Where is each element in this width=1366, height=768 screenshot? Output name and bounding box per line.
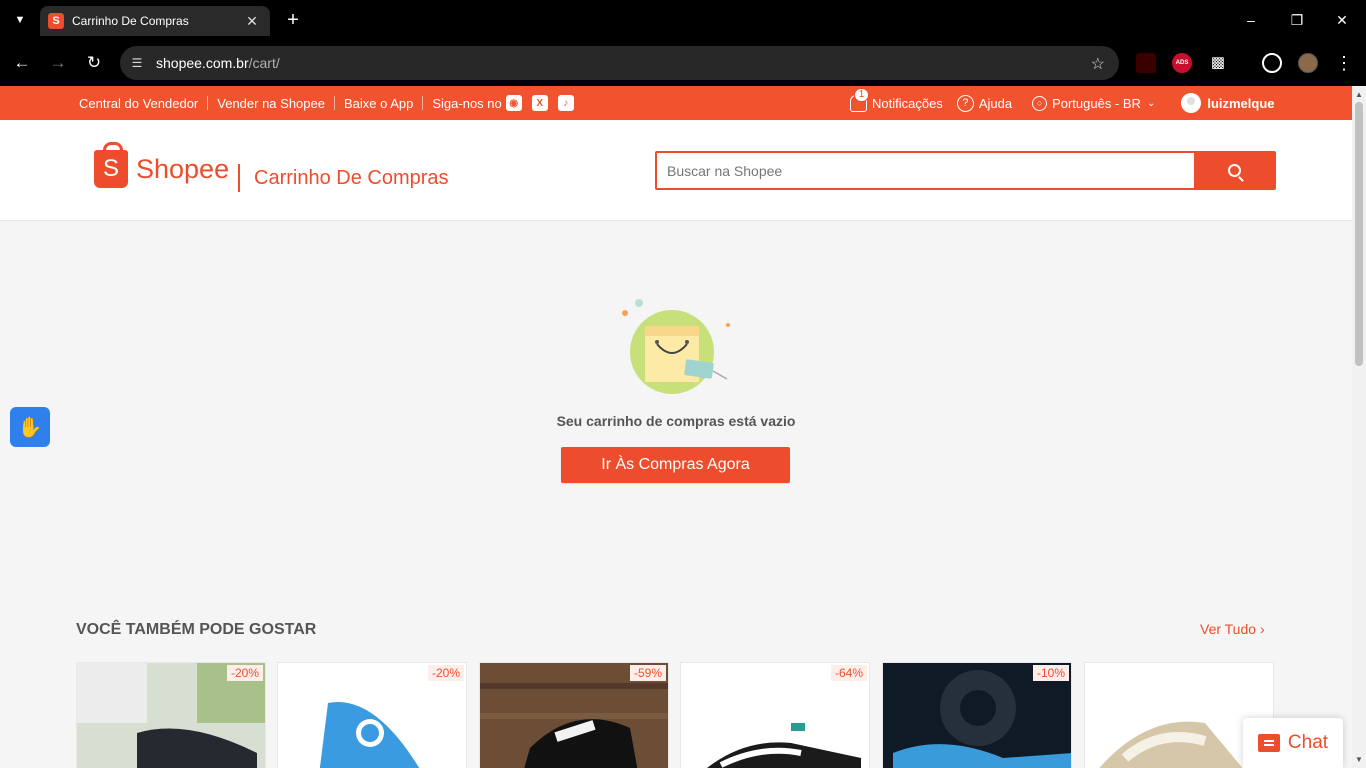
search-icon — [1227, 164, 1241, 177]
page-scrollbar[interactable]: ▲ ▼ — [1352, 86, 1366, 768]
header-divider — [238, 164, 240, 192]
site-info-icon[interactable]: ☰ — [128, 54, 146, 72]
scrollbar-thumb[interactable] — [1355, 102, 1363, 366]
browser-tab-active[interactable]: S Carrinho De Compras ✕ — [40, 6, 270, 36]
user-avatar-icon — [1181, 93, 1202, 113]
window-close-icon[interactable]: ✕ — [1330, 8, 1354, 32]
chevron-right-icon: › — [1259, 621, 1265, 637]
shopee-header: S Shopee Carrinho De Compras — [0, 120, 1352, 221]
browser-toolbar: ← → ↻ ☰ shopee.com.br/cart/ ☆ ADS ▩ ⋮ — [0, 40, 1366, 86]
reload-icon[interactable]: ↻ — [82, 51, 106, 75]
discount-badge: -59% — [629, 665, 666, 681]
discount-badge: -10% — [1032, 665, 1069, 681]
divider — [333, 96, 335, 110]
divider — [422, 96, 424, 110]
forward-arrow-icon[interactable]: → — [46, 51, 70, 75]
tab-search-chevron-icon[interactable]: ▼ — [9, 9, 31, 31]
chat-button[interactable]: Chat — [1243, 718, 1343, 768]
url-text: shopee.com.br/cart/ — [156, 55, 280, 71]
url-host: shopee.com.br — [156, 55, 249, 71]
page-title: Carrinho De Compras — [254, 167, 449, 189]
tab-title: Carrinho De Compras — [72, 14, 189, 28]
recommendations-title: VOCÊ TAMBÉM PODE GOSTAR — [76, 621, 317, 638]
address-bar[interactable]: ☰ shopee.com.br/cart/ ☆ — [120, 46, 1119, 80]
browser-tab-bar: ▼ S Carrinho De Compras ✕ + – ❐ ✕ — [0, 0, 1366, 40]
browser-menu-icon[interactable]: ⋮ — [1334, 53, 1354, 73]
follow-us-label: Siga-nos no — [432, 95, 502, 111]
shopee-bag-icon: S — [94, 142, 128, 188]
hand-talk-accessibility-icon[interactable]: ✋ — [10, 407, 50, 447]
help-link[interactable]: ? Ajuda — [956, 94, 1013, 112]
logo-text: Shopee — [136, 153, 230, 184]
product-card[interactable]: -59% — [479, 662, 669, 768]
sell-on-shopee-link[interactable]: Vender na Shopee — [217, 96, 325, 111]
shopee-top-bar: Central do Vendedor Vender na Shopee Bai… — [0, 86, 1352, 120]
seller-center-link[interactable]: Central do Vendedor — [79, 96, 198, 111]
download-app-link[interactable]: Baixe o App — [344, 96, 413, 111]
notifications-link[interactable]: 1 Notificações — [850, 87, 943, 112]
user-account-link[interactable]: luizmelque — [1181, 93, 1275, 113]
product-card[interactable]: -64% — [680, 662, 870, 768]
empty-cart-message: Seu carrinho de compras está vazio — [556, 413, 796, 429]
discount-badge: -20% — [226, 665, 263, 681]
minimize-icon[interactable]: – — [1239, 8, 1263, 32]
chat-label: Chat — [1287, 732, 1329, 753]
go-shopping-button[interactable]: Ir Às Compras Agora — [561, 447, 790, 483]
see-all-label: Ver Tudo — [1200, 621, 1257, 637]
url-path: /cart/ — [248, 55, 280, 71]
extensions-puzzle-icon[interactable]: ▩ — [1208, 53, 1228, 73]
empty-cart-illustration-icon — [622, 299, 730, 394]
help-question-icon: ? — [956, 94, 974, 112]
globe-icon: ○ — [1032, 95, 1048, 111]
notification-count-badge: 1 — [854, 87, 869, 102]
adblock-extension-label: ADS — [1175, 60, 1189, 66]
shopee-favicon-icon: S — [48, 13, 64, 29]
discount-badge: -20% — [427, 665, 464, 681]
scroll-up-icon[interactable]: ▲ — [1355, 90, 1363, 99]
chat-bubble-icon — [1257, 734, 1280, 752]
page-content: Central do Vendedor Vender na Shopee Bai… — [0, 86, 1352, 768]
restore-icon[interactable]: ❐ — [1285, 8, 1309, 32]
notifications-label: Notificações — [872, 95, 943, 111]
back-arrow-icon[interactable]: ← — [10, 51, 34, 75]
profile-avatar-icon[interactable] — [1298, 53, 1318, 73]
language-selector[interactable]: ○ Português - BR ⌄ — [1032, 95, 1156, 111]
see-all-link[interactable]: Ver Tudo › — [1200, 621, 1265, 637]
product-card[interactable]: -20% — [277, 662, 467, 768]
chevron-down-icon: ⌄ — [1146, 97, 1156, 109]
discount-badge: -64% — [830, 665, 867, 681]
divider — [207, 96, 209, 110]
search-button[interactable] — [1194, 153, 1274, 188]
tab-close-icon[interactable]: ✕ — [244, 13, 260, 30]
help-label: Ajuda — [978, 95, 1013, 111]
search-bar — [655, 151, 1276, 190]
new-tab-plus-icon[interactable]: + — [283, 8, 303, 32]
sync-icon[interactable] — [1262, 53, 1282, 73]
adblock-extension-icon[interactable]: ADS — [1172, 53, 1192, 73]
username: luizmelque — [1207, 95, 1275, 111]
extension-icon[interactable] — [1136, 53, 1156, 73]
shopee-logo[interactable]: S Shopee — [94, 142, 230, 188]
language-label: Português - BR — [1052, 95, 1141, 111]
scroll-down-icon[interactable]: ▼ — [1355, 755, 1363, 764]
bell-icon: 1 — [850, 87, 869, 112]
product-card[interactable]: -10% — [882, 662, 1072, 768]
tiktok-icon[interactable]: ♪ — [557, 95, 574, 111]
search-input[interactable] — [657, 153, 1194, 188]
product-card[interactable]: -20% — [76, 662, 266, 768]
bookmark-star-icon[interactable]: ☆ — [1091, 54, 1105, 74]
x-twitter-icon[interactable]: X — [531, 95, 548, 111]
instagram-icon[interactable]: ◉ — [505, 95, 522, 111]
